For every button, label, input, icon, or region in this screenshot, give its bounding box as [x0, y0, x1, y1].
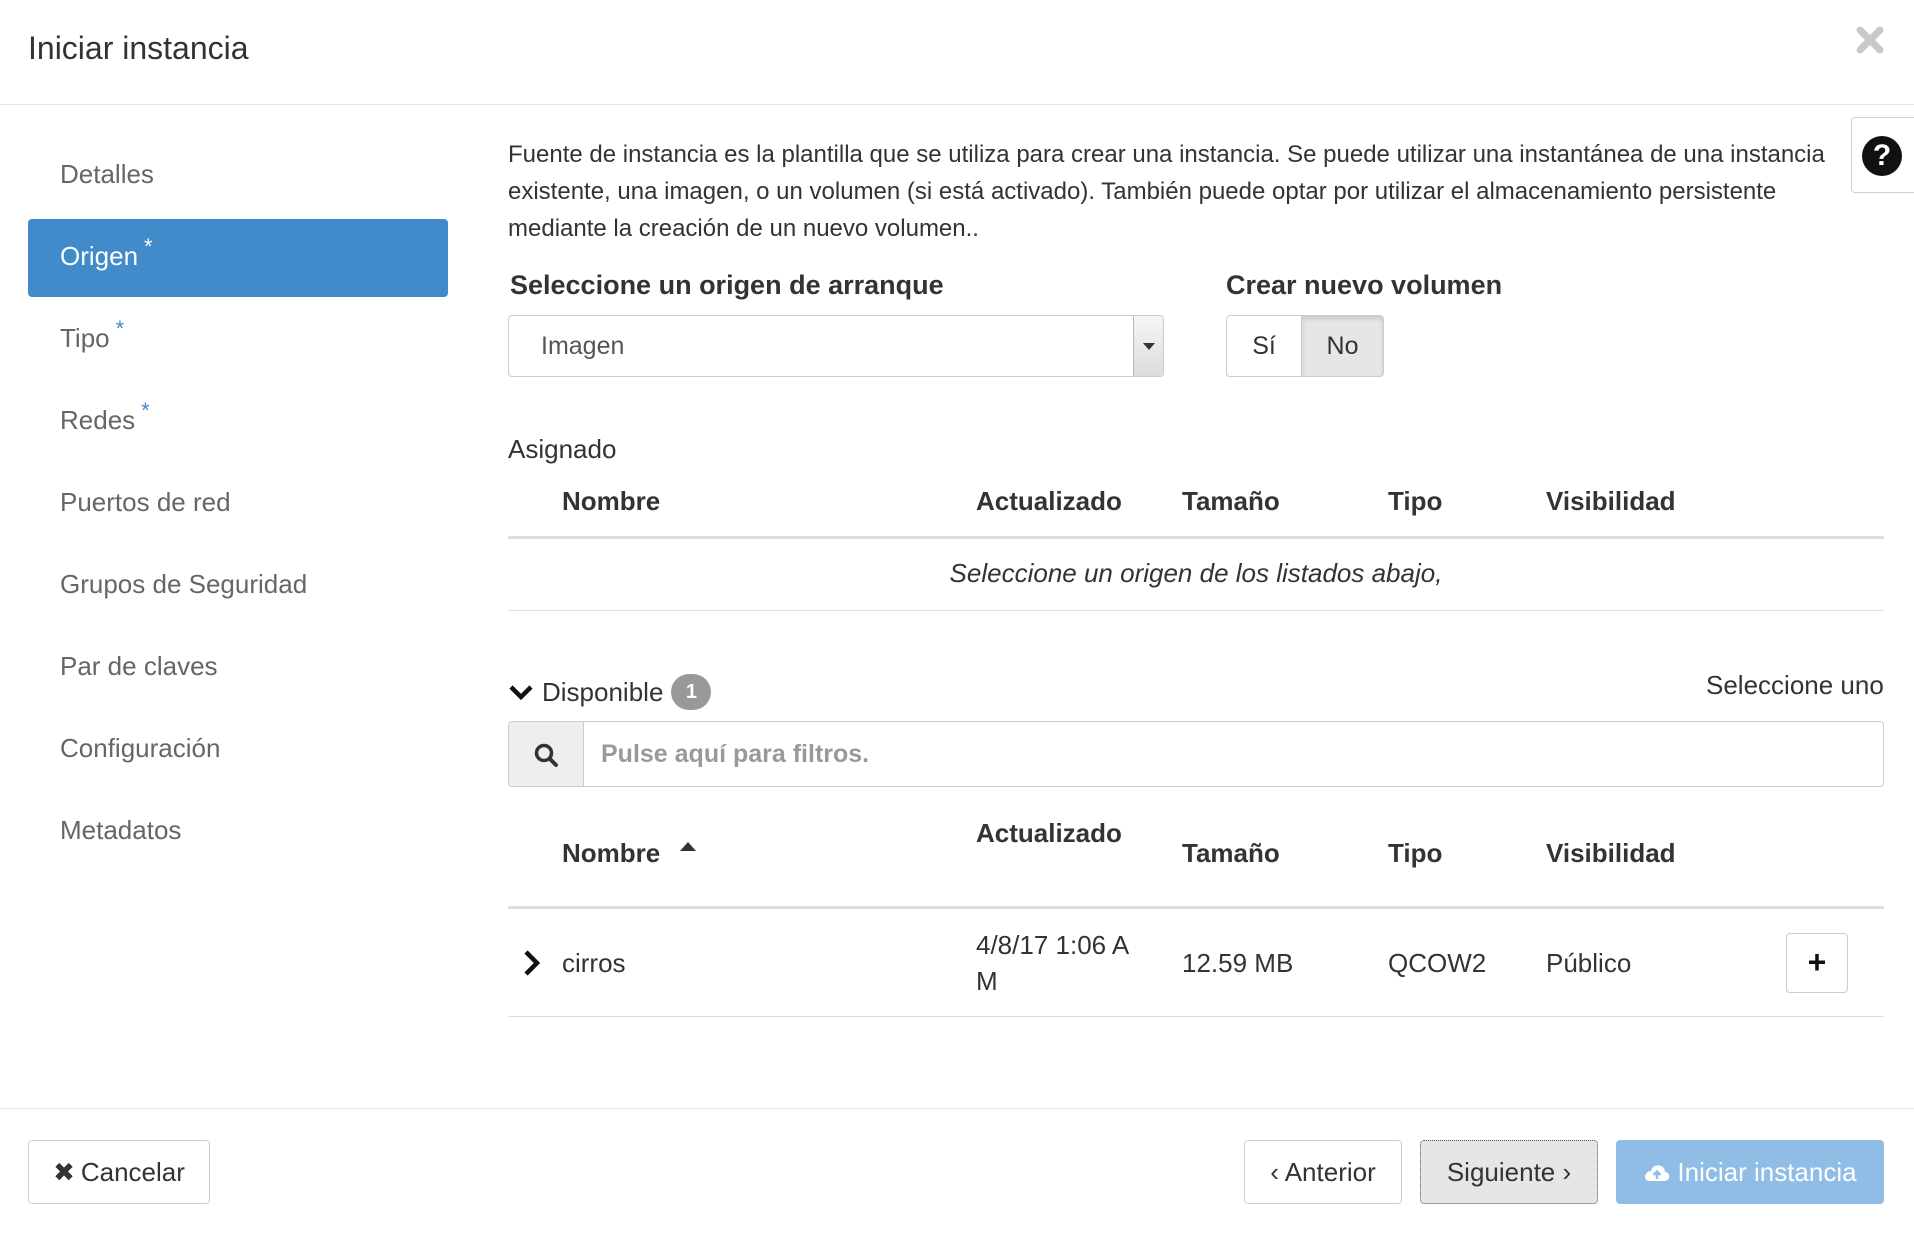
- chevron-down-icon: [509, 685, 533, 701]
- available-col-updated[interactable]: Actualizado: [976, 818, 1122, 849]
- boot-source-value: Imagen: [541, 332, 625, 360]
- available-toggle[interactable]: Disponible 1: [508, 672, 712, 712]
- allocated-col-name: Nombre: [562, 486, 661, 516]
- required-marker: *: [115, 316, 125, 341]
- nav-item-label: Redes: [60, 405, 136, 435]
- new-volume-label: Crear nuevo volumen: [1226, 270, 1503, 300]
- launch-instance-button[interactable]: Iniciar instancia: [1616, 1140, 1884, 1204]
- cancel-label: Cancelar: [80, 1157, 185, 1187]
- available-title: Disponible: [542, 676, 664, 707]
- row-updated-line1: 4/8/17 1:06 A: [976, 930, 1130, 960]
- select-one-hint: Seleccione uno: [1706, 670, 1884, 700]
- available-col-size[interactable]: Tamaño: [1182, 838, 1280, 869]
- nav-item-label: Origen: [60, 241, 139, 271]
- allocated-divider: [508, 610, 1884, 611]
- nav-item-configuracion[interactable]: Configuración: [28, 711, 448, 789]
- nav-item-origen[interactable]: Origen *: [28, 219, 448, 297]
- next-button[interactable]: Siguiente ›: [1420, 1140, 1598, 1204]
- close-icon[interactable]: [1852, 22, 1888, 58]
- filter-input[interactable]: [585, 722, 1875, 786]
- chevron-down-icon: [1133, 316, 1163, 376]
- nav-item-metadatos[interactable]: Metadatos: [28, 793, 448, 871]
- nav-item-label: Metadatos: [60, 815, 182, 845]
- question-icon: ?: [1862, 136, 1902, 176]
- allocated-col-size: Tamaño: [1182, 486, 1280, 516]
- allocated-title: Asignado: [508, 434, 617, 464]
- chevron-right-icon[interactable]: [520, 948, 544, 978]
- launch-instance-modal: Iniciar instancia Detalles Origen * Tipo *…: [0, 0, 1914, 1234]
- intro-text: Fuente de instancia es la plantilla que …: [508, 141, 1825, 242]
- wizard-nav: Detalles Origen * Tipo * Redes * Puertos de…: [28, 137, 448, 875]
- allocated-col-type: Tipo: [1388, 486, 1443, 516]
- row-updated-line2: M: [976, 966, 998, 996]
- new-volume-no-button[interactable]: No: [1302, 315, 1384, 377]
- boot-source-label: Seleccione un origen de arranque: [510, 270, 944, 300]
- chevron-right-icon: ›: [1555, 1157, 1572, 1187]
- allocated-col-visibility: Visibilidad: [1546, 486, 1676, 516]
- row-name: cirros: [562, 948, 626, 978]
- allocated-header-divider: [508, 536, 1884, 539]
- nav-item-label: Par de claves: [60, 651, 218, 681]
- nav-item-puertos-de-red[interactable]: Puertos de red: [28, 465, 448, 543]
- required-marker: *: [141, 398, 150, 423]
- close-icon: ✖: [53, 1157, 75, 1187]
- allocated-empty-message: Seleccione un origen de los listados aba…: [949, 558, 1443, 588]
- nav-item-par-de-claves[interactable]: Par de claves: [28, 629, 448, 707]
- row-size: 12.59 MB: [1182, 948, 1294, 978]
- available-row-divider: [508, 1016, 1884, 1017]
- available-count-badge: 1: [671, 674, 712, 710]
- modal-header: Iniciar instancia: [0, 0, 1914, 105]
- required-marker: *: [144, 234, 153, 259]
- previous-button[interactable]: ‹ Anterior: [1244, 1140, 1402, 1204]
- boot-source-select[interactable]: Imagen: [508, 315, 1164, 377]
- nav-item-label: Tipo: [60, 323, 110, 353]
- nav-item-label: Configuración: [60, 733, 221, 763]
- search-icon: [509, 722, 584, 786]
- cancel-button[interactable]: ✖ Cancelar: [28, 1140, 210, 1204]
- add-row-button[interactable]: +: [1786, 933, 1848, 993]
- row-visibility: Público: [1546, 948, 1632, 978]
- nav-item-redes[interactable]: Redes *: [28, 383, 448, 461]
- launch-label: Iniciar instancia: [1677, 1157, 1857, 1187]
- available-col-name[interactable]: Nombre: [562, 838, 660, 869]
- cloud-upload-icon: [1645, 1165, 1670, 1181]
- next-label: Siguiente: [1446, 1157, 1556, 1187]
- available-col-type[interactable]: Tipo: [1388, 838, 1442, 869]
- nav-item-label: Grupos de Seguridad: [60, 569, 308, 599]
- available-header-divider: [508, 906, 1884, 909]
- new-volume-yes-button[interactable]: Sí: [1226, 315, 1302, 377]
- help-button[interactable]: ?: [1851, 117, 1914, 193]
- modal-title: Iniciar instancia: [28, 30, 249, 66]
- allocated-col-updated: Actualizado: [976, 486, 1122, 516]
- nav-item-label: Detalles: [60, 159, 154, 189]
- nav-item-label: Puertos de red: [60, 487, 231, 517]
- available-col-visibility[interactable]: Visibilidad: [1546, 838, 1676, 869]
- new-volume-toggle: Sí No: [1226, 315, 1384, 377]
- filter-search-box: [508, 721, 1884, 787]
- previous-label: Anterior: [1284, 1157, 1376, 1187]
- nav-item-tipo[interactable]: Tipo *: [28, 301, 448, 379]
- nav-item-detalles[interactable]: Detalles: [28, 137, 448, 215]
- sort-ascending-icon: [680, 842, 696, 851]
- row-type: QCOW2: [1388, 948, 1487, 978]
- chevron-left-icon: ‹: [1270, 1157, 1285, 1187]
- nav-item-grupos-de-seguridad[interactable]: Grupos de Seguridad: [28, 547, 448, 625]
